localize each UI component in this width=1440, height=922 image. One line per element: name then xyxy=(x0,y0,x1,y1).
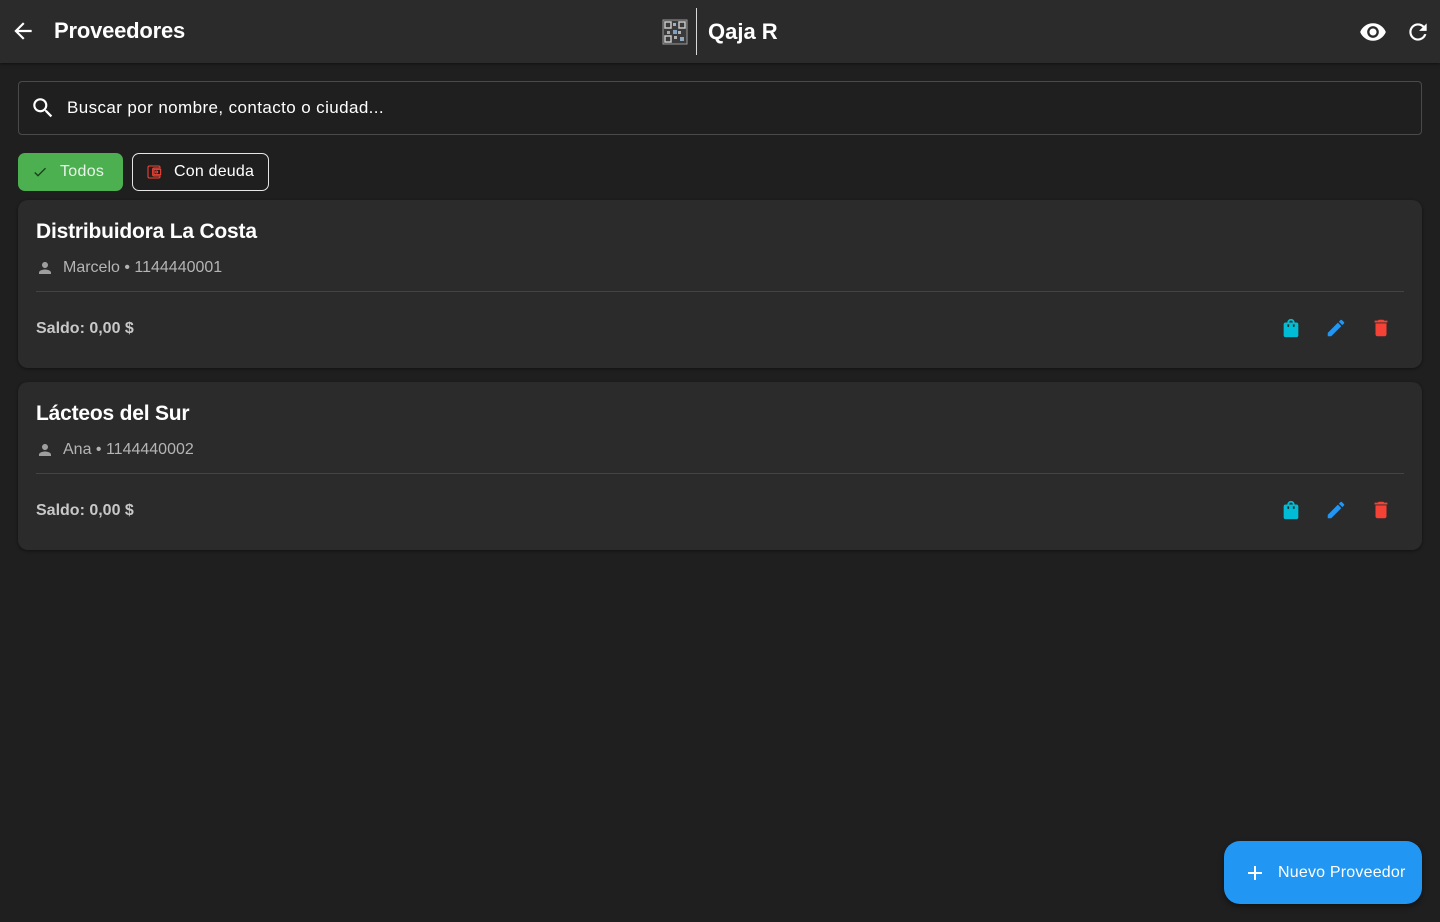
new-supplier-label: Nuevo Proveedor xyxy=(1278,863,1406,881)
search-icon xyxy=(28,93,58,123)
filter-chip-label: Todos xyxy=(60,163,105,180)
supplier-contact: Ana • 1144440002 xyxy=(36,440,194,460)
card-divider xyxy=(36,291,1404,292)
back-button[interactable] xyxy=(8,16,38,46)
person-icon xyxy=(36,259,54,277)
trash-icon xyxy=(1374,501,1388,519)
supplier-contact: Marcelo • 1144440001 xyxy=(36,258,222,278)
wallet-icon xyxy=(147,165,162,179)
delete-button[interactable] xyxy=(1368,315,1394,341)
app-bar: Proveedores Qaja R xyxy=(0,0,1440,63)
brand: Qaja R xyxy=(662,8,778,55)
supplier-card[interactable]: Lácteos del Sur Ana • 1144440002 Saldo: … xyxy=(18,382,1422,550)
delete-button[interactable] xyxy=(1368,497,1394,523)
shopping-bag-icon xyxy=(1283,318,1299,338)
edit-button[interactable] xyxy=(1323,315,1349,341)
shopping-bag-icon xyxy=(1283,500,1299,520)
supplier-name: Distribuidora La Costa xyxy=(36,220,257,243)
brand-divider xyxy=(696,8,697,55)
pencil-icon xyxy=(1327,501,1345,519)
supplier-contact-text: Ana • 1144440002 xyxy=(63,441,194,458)
new-supplier-button[interactable]: Nuevo Proveedor xyxy=(1224,841,1422,904)
purchase-button[interactable] xyxy=(1278,315,1304,341)
pencil-icon xyxy=(1327,319,1345,337)
trash-icon xyxy=(1374,319,1388,337)
check-icon xyxy=(34,167,46,177)
supplier-card[interactable]: Distribuidora La Costa Marcelo • 1144440… xyxy=(18,200,1422,368)
supplier-balance: Saldo: 0,00 $ xyxy=(36,320,134,337)
refresh-button[interactable] xyxy=(1403,17,1433,47)
plus-icon xyxy=(1243,861,1267,885)
search-box xyxy=(18,81,1422,135)
arrow-back-icon xyxy=(14,22,32,40)
refresh-icon xyxy=(1409,23,1427,41)
qr-code-icon xyxy=(662,19,688,45)
purchase-button[interactable] xyxy=(1278,497,1304,523)
page-title: Proveedores xyxy=(54,18,186,43)
edit-button[interactable] xyxy=(1323,497,1349,523)
supplier-name: Lácteos del Sur xyxy=(36,402,190,425)
card-divider xyxy=(36,473,1404,474)
filter-chip-label: Con deuda xyxy=(174,163,255,180)
search-input[interactable] xyxy=(67,82,1421,134)
person-icon xyxy=(36,441,54,459)
eye-icon xyxy=(1360,23,1386,41)
supplier-contact-text: Marcelo • 1144440001 xyxy=(63,259,223,276)
visibility-button[interactable] xyxy=(1358,17,1388,47)
filter-chip-con-deuda[interactable]: Con deuda xyxy=(132,153,269,191)
filter-chip-todos[interactable]: Todos xyxy=(18,153,123,191)
brand-name: Qaja R xyxy=(708,18,778,44)
supplier-balance: Saldo: 0,00 $ xyxy=(36,502,134,519)
